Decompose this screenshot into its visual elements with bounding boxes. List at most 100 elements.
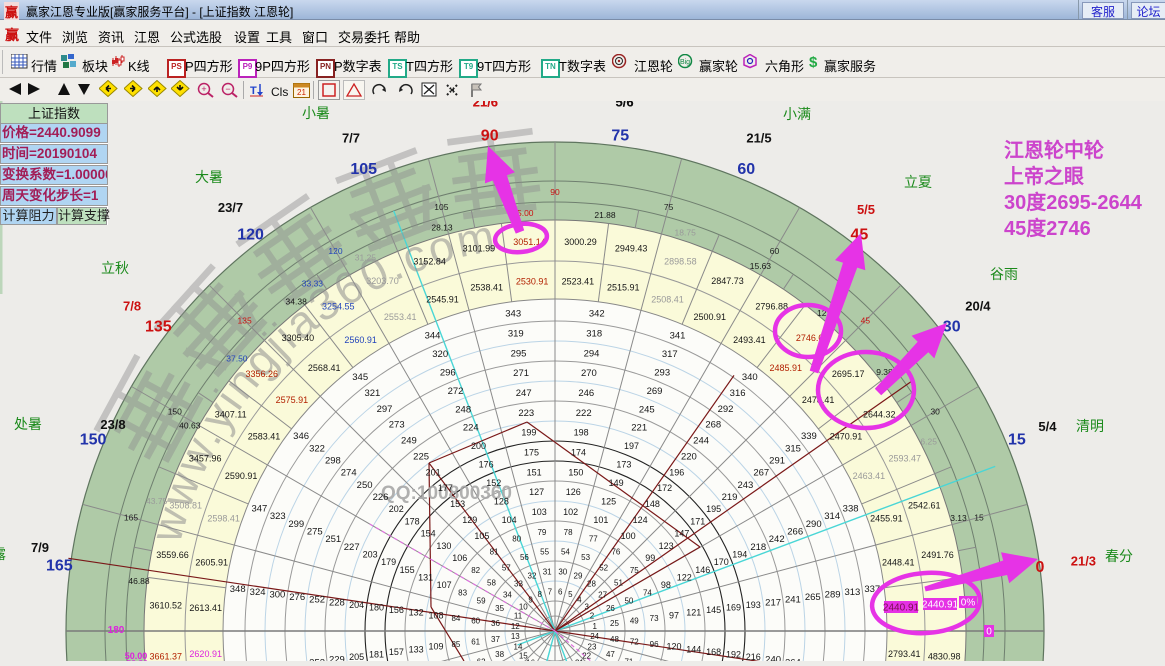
svg-text:60: 60	[471, 617, 480, 626]
svg-text:195: 195	[706, 504, 721, 514]
svg-text:120: 120	[328, 246, 342, 256]
svg-text:3610.52: 3610.52	[150, 601, 183, 611]
svg-text:105: 105	[350, 161, 377, 178]
svg-text:2560.91: 2560.91	[344, 335, 377, 345]
svg-text:45: 45	[861, 316, 871, 326]
svg-text:21/6: 21/6	[473, 101, 498, 110]
svg-text:23/8: 23/8	[100, 417, 125, 432]
svg-text:340: 340	[742, 372, 758, 383]
svg-text:2898.58: 2898.58	[664, 257, 697, 267]
svg-text:83: 83	[458, 589, 467, 598]
svg-text:−: −	[225, 84, 230, 94]
svg-text:34.38: 34.38	[286, 297, 308, 307]
svg-text:28: 28	[587, 579, 596, 588]
svg-text:2593.47: 2593.47	[889, 454, 922, 464]
svg-text:293: 293	[654, 367, 670, 378]
svg-text:49: 49	[630, 617, 639, 626]
svg-text:341: 341	[670, 330, 686, 341]
svg-text:198: 198	[574, 428, 589, 438]
svg-text:2568.41: 2568.41	[308, 363, 341, 373]
svg-text:224: 224	[463, 423, 479, 434]
svg-text:立秋: 立秋	[101, 260, 129, 276]
svg-text:227: 227	[344, 542, 360, 553]
svg-text:202: 202	[389, 504, 404, 514]
svg-text:3101.99: 3101.99	[463, 244, 496, 254]
svg-text:108: 108	[428, 610, 443, 620]
svg-text:60: 60	[770, 246, 780, 256]
svg-text:168: 168	[706, 647, 721, 657]
svg-text:348: 348	[230, 584, 246, 595]
svg-text:10: 10	[519, 603, 528, 612]
svg-text:292: 292	[718, 404, 734, 415]
svg-text:171: 171	[690, 516, 705, 526]
svg-text:2644.32: 2644.32	[863, 409, 896, 419]
svg-text:72: 72	[630, 637, 639, 646]
svg-text:270: 270	[581, 368, 597, 379]
svg-text:291: 291	[769, 456, 785, 467]
svg-text:121: 121	[686, 608, 701, 618]
svg-text:250: 250	[357, 480, 373, 491]
svg-text:4830.98: 4830.98	[928, 652, 961, 662]
svg-text:100: 100	[621, 531, 636, 541]
svg-text:217: 217	[765, 597, 781, 608]
svg-text:156: 156	[389, 605, 404, 615]
svg-text:90: 90	[481, 127, 499, 144]
svg-text:251: 251	[325, 534, 341, 545]
svg-text:2538.41: 2538.41	[470, 283, 503, 293]
svg-text:241: 241	[785, 595, 801, 606]
svg-text:174: 174	[571, 448, 586, 458]
svg-text:50.00: 50.00	[125, 651, 148, 661]
svg-text:165: 165	[46, 558, 73, 575]
svg-text:272: 272	[448, 386, 464, 397]
svg-text:218: 218	[750, 542, 766, 553]
svg-text:2440.91: 2440.91	[883, 603, 920, 614]
svg-text:46.88: 46.88	[128, 576, 150, 586]
svg-text:3457.96: 3457.96	[189, 454, 222, 464]
svg-text:338: 338	[843, 504, 859, 515]
svg-text:2448.41: 2448.41	[882, 558, 915, 568]
svg-text:220: 220	[681, 452, 697, 463]
svg-text:324: 324	[250, 587, 266, 598]
svg-text:294: 294	[584, 348, 600, 359]
svg-text:290: 290	[806, 519, 822, 530]
svg-text:109: 109	[428, 642, 443, 652]
svg-text:37.50: 37.50	[226, 353, 248, 363]
svg-text:春分: 春分	[1105, 548, 1133, 564]
svg-text:126: 126	[566, 487, 581, 497]
svg-text:2515.91: 2515.91	[607, 283, 640, 293]
svg-text:84: 84	[451, 614, 460, 623]
svg-text:173: 173	[616, 460, 631, 470]
svg-text:132: 132	[409, 608, 424, 618]
svg-text:271: 271	[513, 368, 529, 379]
svg-text:3: 3	[584, 603, 589, 612]
svg-text:175: 175	[524, 448, 539, 458]
svg-text:313: 313	[844, 587, 860, 598]
svg-text:2485.91: 2485.91	[770, 363, 803, 373]
svg-text:45度2746: 45度2746	[1004, 216, 1091, 240]
svg-text:165: 165	[124, 512, 138, 522]
svg-text:3.13: 3.13	[950, 513, 967, 523]
svg-text:152: 152	[486, 478, 501, 488]
svg-text:56: 56	[520, 553, 529, 562]
svg-text:320: 320	[432, 349, 448, 360]
svg-text:342: 342	[589, 309, 605, 320]
svg-text:246: 246	[578, 388, 594, 399]
svg-text:小暑: 小暑	[302, 105, 330, 121]
svg-text:58: 58	[487, 578, 496, 587]
svg-text:38: 38	[495, 650, 504, 659]
svg-text:立夏: 立夏	[904, 174, 932, 190]
svg-text:297: 297	[377, 404, 393, 415]
svg-text:149: 149	[609, 478, 624, 488]
svg-text:300: 300	[269, 590, 285, 601]
svg-text:73: 73	[650, 614, 659, 623]
svg-text:0%: 0%	[961, 598, 976, 609]
svg-text:7/9: 7/9	[31, 540, 49, 555]
svg-text:123: 123	[659, 541, 674, 551]
svg-text:62: 62	[477, 658, 486, 661]
svg-text:178: 178	[405, 516, 420, 526]
svg-text:193: 193	[746, 600, 761, 610]
svg-text:3407.11: 3407.11	[215, 409, 247, 419]
svg-text:267: 267	[753, 468, 769, 479]
svg-text:339: 339	[801, 431, 817, 442]
svg-text:23/7: 23/7	[218, 200, 243, 215]
